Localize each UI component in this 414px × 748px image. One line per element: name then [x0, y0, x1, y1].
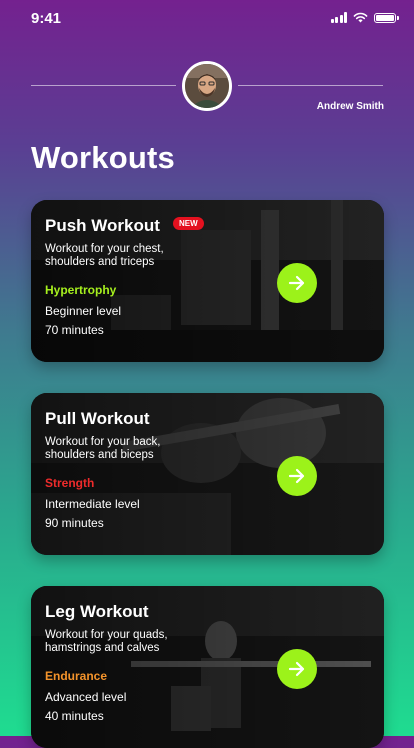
- page-title: Workouts: [31, 140, 175, 175]
- arrow-right-icon: [288, 468, 305, 484]
- workout-description: Workout for your back, shoulders and bic…: [45, 436, 161, 461]
- wifi-icon: [353, 12, 368, 23]
- workout-title: Pull Workout: [45, 409, 150, 428]
- user-name: Andrew Smith: [316, 101, 384, 112]
- workout-card-pull[interactable]: Pull Workout Workout for your back, shou…: [31, 393, 384, 555]
- workout-level: Intermediate level: [45, 497, 140, 511]
- workout-description: Workout for your quads, hamstrings and c…: [45, 629, 168, 654]
- arrow-right-icon: [288, 661, 305, 677]
- workout-category: Endurance: [45, 669, 108, 683]
- header-divider-left: [31, 85, 176, 86]
- user-avatar-icon[interactable]: [182, 61, 232, 111]
- new-badge: NEW: [173, 217, 204, 230]
- header-divider-right: [238, 85, 383, 86]
- status-bar: 9:41: [0, 0, 414, 40]
- open-workout-button[interactable]: [277, 456, 317, 496]
- cellular-signal-icon: [330, 12, 347, 23]
- workout-level: Beginner level: [45, 304, 122, 318]
- status-icons: [330, 12, 399, 23]
- workout-title: Leg Workout: [45, 602, 149, 621]
- workout-card-push[interactable]: Push Workout NEW Workout for your chest,…: [31, 200, 384, 362]
- status-time: 9:41: [31, 10, 62, 27]
- workout-duration: 40 minutes: [45, 709, 104, 723]
- workout-title: Push Workout: [45, 216, 160, 235]
- workout-duration: 70 minutes: [45, 323, 104, 337]
- open-workout-button[interactable]: [277, 649, 317, 689]
- arrow-right-icon: [288, 275, 305, 291]
- open-workout-button[interactable]: [277, 263, 317, 303]
- workout-category: Strength: [45, 476, 95, 490]
- workout-category: Hypertrophy: [45, 283, 117, 297]
- workout-level: Advanced level: [45, 690, 127, 704]
- workout-description: Workout for your chest, shoulders and tr…: [45, 243, 164, 268]
- battery-icon: [374, 12, 399, 23]
- workout-card-leg[interactable]: Leg Workout Workout for your quads, hams…: [31, 586, 384, 748]
- workout-duration: 90 minutes: [45, 516, 104, 530]
